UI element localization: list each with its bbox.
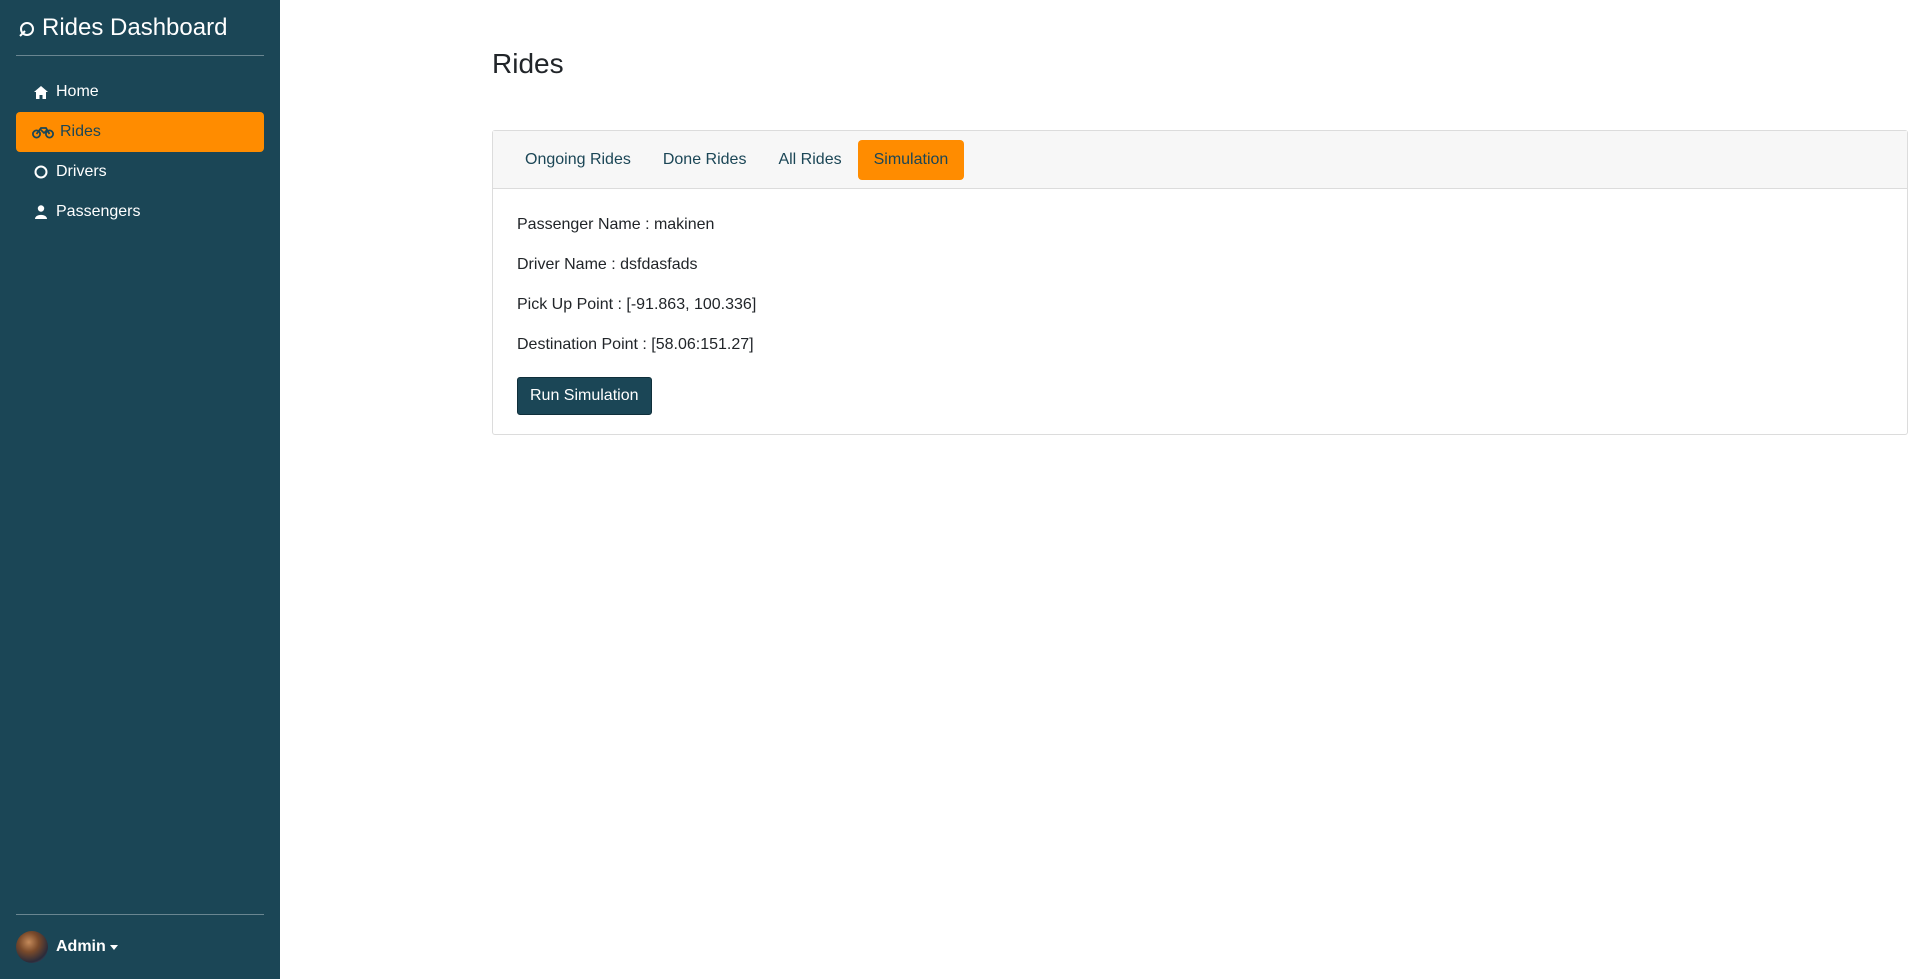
sidebar-item-label: Rides <box>60 123 101 140</box>
brand[interactable]: Rides Dashboard <box>16 0 264 56</box>
passenger-name: Passenger Name : makinen <box>517 216 715 233</box>
pickup-point: Pick Up Point : [-91.863, 100.336] <box>517 296 757 313</box>
user-menu[interactable]: Admin <box>16 914 264 979</box>
driver-name: Driver Name : dsfdasfads <box>517 256 698 273</box>
sidebar-item-rides[interactable]: Rides <box>16 112 264 152</box>
sidebar-item-drivers[interactable]: Drivers <box>16 152 264 192</box>
simulation-panel: Passenger Name : makinen Driver Name : d… <box>493 189 1907 441</box>
app-logo-icon <box>16 18 36 38</box>
sidebar: Rides Dashboard Home Rides Drivers Passe… <box>0 0 280 979</box>
sidebar-item-passengers[interactable]: Passengers <box>16 192 264 232</box>
tab-all-rides[interactable]: All Rides <box>762 140 857 180</box>
rides-card: Ongoing Rides Done Rides All Rides Simul… <box>492 130 1908 435</box>
circle-icon <box>32 165 50 179</box>
sidebar-item-home[interactable]: Home <box>16 72 264 112</box>
main-content: Rides Ongoing Rides Done Rides All Rides… <box>280 0 1920 979</box>
destination-point: Destination Point : [58.06:151.27] <box>517 336 754 353</box>
tab-done-rides[interactable]: Done Rides <box>647 140 763 180</box>
user-icon <box>32 205 50 219</box>
sidebar-nav: Home Rides Drivers Passengers <box>16 72 264 232</box>
app-title: Rides Dashboard <box>42 13 228 41</box>
tab-ongoing-rides[interactable]: Ongoing Rides <box>509 140 647 180</box>
page-title: Rides <box>492 48 564 79</box>
avatar <box>16 931 48 963</box>
sidebar-item-label: Passengers <box>56 203 141 220</box>
run-simulation-button[interactable]: Run Simulation <box>517 377 652 415</box>
motorcycle-icon <box>32 125 54 139</box>
sidebar-item-label: Home <box>56 83 99 100</box>
tab-bar: Ongoing Rides Done Rides All Rides Simul… <box>493 131 1907 189</box>
user-name: Admin <box>56 938 106 955</box>
sidebar-item-label: Drivers <box>56 163 107 180</box>
home-icon <box>32 85 50 99</box>
tab-simulation[interactable]: Simulation <box>857 139 965 180</box>
caret-down-icon <box>109 944 118 950</box>
